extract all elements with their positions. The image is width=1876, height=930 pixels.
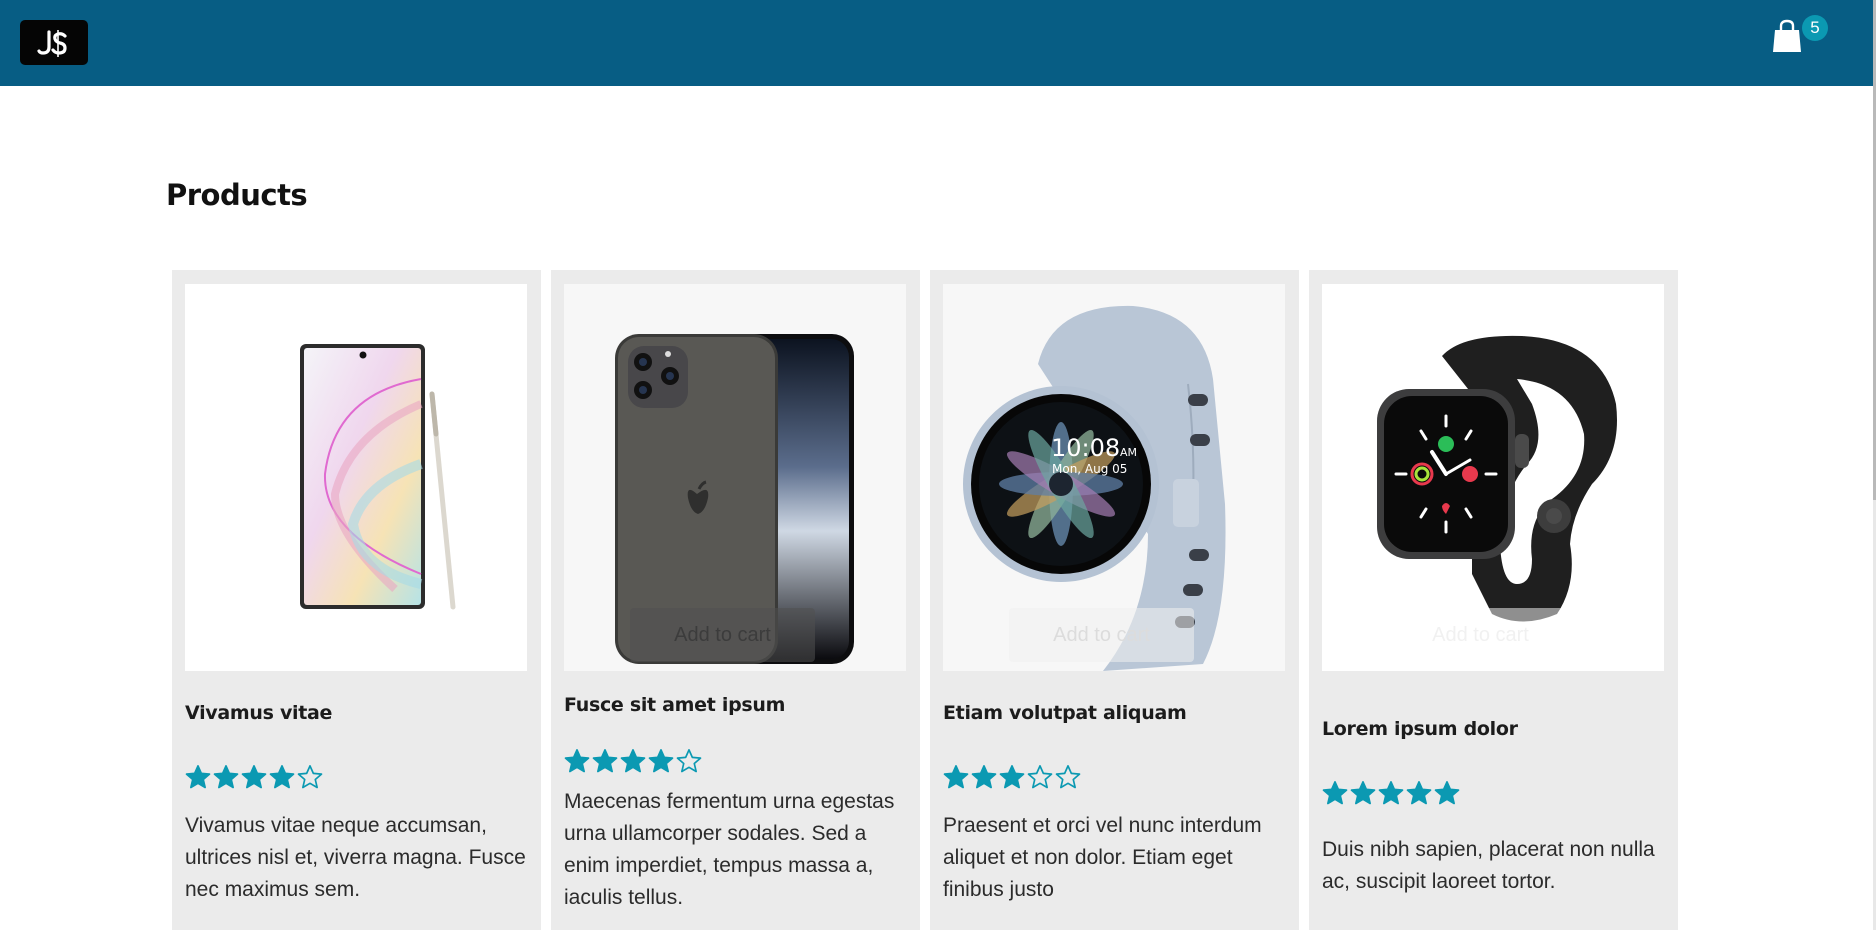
watch-ampm: AM (1120, 446, 1137, 459)
product-card: Add to cart Lorem ipsum dolor Duis nibh … (1309, 270, 1678, 930)
star-filled-icon (971, 765, 997, 789)
product-image[interactable]: Add to cart (1322, 284, 1664, 671)
page-title: Products (166, 178, 308, 212)
star-filled-icon (1434, 781, 1460, 805)
product-title[interactable]: Lorem ipsum dolor (1322, 718, 1518, 740)
product-description: Vivamus vitae neque accumsan, ultrices n… (185, 814, 526, 901)
watch-date: Mon, Aug 05 (1052, 462, 1127, 476)
top-navbar: 5 (0, 0, 1873, 86)
cart-button[interactable] (1770, 18, 1804, 54)
star-filled-icon (1378, 781, 1404, 805)
star-filled-icon (185, 765, 211, 789)
star-filled-icon (241, 765, 267, 789)
star-outline-icon (1055, 765, 1081, 789)
star-rating (1322, 780, 1460, 808)
star-filled-icon (1322, 781, 1348, 805)
star-filled-icon (620, 749, 646, 773)
star-outline-icon (676, 749, 702, 773)
star-filled-icon (564, 749, 590, 773)
star-filled-icon (592, 749, 618, 773)
product-card: Vivamus vitae Vivamus vitae neque accums… (172, 270, 541, 930)
product-description: Duis nibh sapien, placerat non nulla ac,… (1322, 838, 1655, 893)
logo[interactable] (20, 20, 88, 65)
star-rating (943, 764, 1081, 792)
add-to-cart-button[interactable]: Add to cart (630, 608, 815, 662)
product-card: 10:08 AM Mon, Aug 05 Add to cart Etiam v… (930, 270, 1299, 930)
star-rating (185, 764, 323, 792)
star-filled-icon (999, 765, 1025, 789)
star-filled-icon (648, 749, 674, 773)
add-to-cart-button[interactable]: Add to cart (1009, 608, 1194, 662)
product-card: Add to cart Fusce sit amet ipsum Maecena… (551, 270, 920, 930)
star-filled-icon (213, 765, 239, 789)
product-description: Praesent et orci vel nunc interdum aliqu… (943, 814, 1262, 901)
star-outline-icon (297, 765, 323, 789)
phone-with-stylus-icon (300, 344, 456, 610)
star-filled-icon (943, 765, 969, 789)
cart-count-badge: 5 (1802, 15, 1828, 41)
product-title[interactable]: Vivamus vitae (185, 702, 332, 724)
watch-time: 10:08 (1051, 434, 1120, 462)
star-outline-icon (1027, 765, 1053, 789)
shopping-bag-icon (1773, 19, 1801, 52)
star-rating (564, 748, 702, 776)
product-image[interactable]: Add to cart (564, 284, 906, 671)
product-title[interactable]: Fusce sit amet ipsum (564, 694, 785, 716)
js-logo-icon (37, 29, 67, 57)
product-title[interactable]: Etiam volutpat aliquam (943, 702, 1187, 724)
star-filled-icon (1406, 781, 1432, 805)
product-image[interactable]: 10:08 AM Mon, Aug 05 Add to cart (943, 284, 1285, 671)
add-to-cart-button[interactable]: Add to cart (1388, 608, 1573, 662)
product-image[interactable] (185, 284, 527, 671)
star-filled-icon (1350, 781, 1376, 805)
star-filled-icon (269, 765, 295, 789)
product-description: Maecenas fermentum urna egestas urna ull… (564, 790, 895, 909)
